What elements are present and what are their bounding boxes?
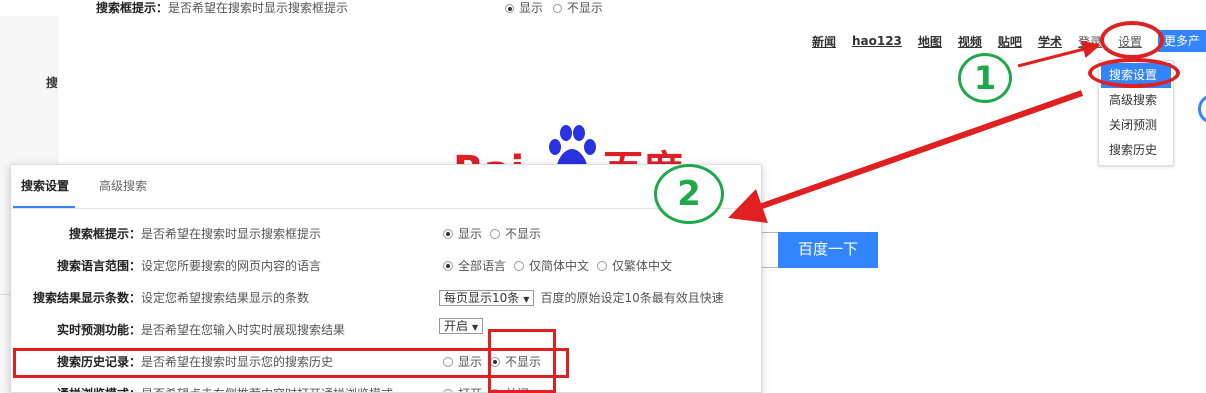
row-label: 通栏浏览模式： (57, 382, 141, 392)
step-1-badge: 1 (958, 53, 1012, 103)
radio-open[interactable] (443, 389, 453, 392)
radio-label: 仅简体中文 (529, 259, 590, 273)
settings-row-results-count: 搜索结果显示条数： 设定您希望搜索结果显示的条数 每页显示10条 ▼ 百度的原始设… (11, 286, 761, 310)
background-row-options: 显示 不显示 (505, 0, 603, 16)
settings-tabs: 搜索设置 高级搜索 (11, 165, 761, 209)
nav-link-xueshu[interactable]: 学术 (1038, 33, 1062, 50)
radio-label: 全部语言 (458, 259, 507, 273)
row-desc: 是否希望点击右侧推荐内容时打开通栏浏览模式 (141, 382, 393, 392)
active-tab-indicator (13, 206, 75, 208)
more-products-button[interactable]: 更多产 (1157, 30, 1206, 52)
radio-label: 不显示 (505, 227, 542, 241)
highlight-hide-history-option (488, 329, 556, 393)
tab-advanced-search[interactable]: 高级搜索 (99, 177, 147, 194)
row-options: 全部语言 仅简体中文 仅繁体中文 (443, 254, 680, 278)
search-input[interactable] (761, 232, 779, 268)
settings-row-browse-mode: 通栏浏览模式： 是否希望点击右侧推荐内容时打开通栏浏览模式 打开 关闭 (11, 382, 761, 392)
floating-circle-icon[interactable] (1198, 94, 1206, 124)
row-label: 搜索结果显示条数： (32, 291, 141, 305)
dropdown-arrow-icon: ▼ (472, 323, 479, 332)
row-desc: 是否希望在搜索时显示搜索框提示 (141, 227, 322, 241)
background-option-hide: 不显示 (566, 1, 603, 15)
row-desc: 设定您所要搜索的网页内容的语言 (141, 259, 322, 273)
settings-row-suggestion: 搜索框提示： 是否希望在搜索时显示搜索框提示 显示 不显示 (11, 222, 761, 246)
nav-link-video[interactable]: 视频 (958, 33, 982, 50)
radio-show[interactable] (443, 229, 453, 239)
highlight-search-settings-item (1088, 58, 1180, 88)
row-options: 显示 不显示 (443, 222, 549, 246)
row-options: 每页显示10条 ▼ 百度的原始设定10条最有效且快速 (439, 286, 724, 310)
radio-label: 显示 (458, 227, 483, 241)
row-label: 实时预测功能： (56, 323, 141, 337)
settings-row-prediction: 实时预测功能： 是否希望在您输入时实时展现搜索结果 开启 ▼ (11, 318, 761, 342)
nav-link-tieba[interactable]: 贴吧 (998, 33, 1022, 50)
menu-item-search-history[interactable]: 搜索历史 (1099, 138, 1173, 163)
background-row-label: 搜索框提示： (96, 1, 169, 15)
row-label: 搜索语言范围： (56, 259, 141, 273)
settings-row-language: 搜索语言范围： 设定您所要搜索的网页内容的语言 全部语言 仅简体中文 仅繁体中文 (11, 254, 761, 278)
row-desc: 是否希望在您输入时实时展现搜索结果 (141, 323, 346, 337)
results-count-select[interactable]: 每页显示10条 ▼ (439, 290, 535, 306)
highlight-history-row (13, 348, 569, 378)
nav-link-hao123[interactable]: hao123 (852, 34, 902, 48)
menu-item-advanced-search[interactable]: 高级搜索 (1099, 88, 1173, 113)
radio-traditional[interactable] (597, 261, 608, 271)
radio-label: 打开 (458, 382, 482, 392)
prediction-select[interactable]: 开启 ▼ (439, 318, 484, 334)
radio-icon (552, 4, 562, 13)
nav-link-login[interactable]: 登录 (1078, 33, 1102, 50)
select-value: 每页显示10条 (444, 291, 520, 305)
tab-search-settings[interactable]: 搜索设置 (21, 177, 69, 194)
background-option-show: 显示 (519, 1, 544, 15)
dropdown-arrow-icon: ▼ (523, 295, 530, 304)
nav-link-news[interactable]: 新闻 (812, 33, 836, 50)
row-desc: 设定您希望搜索结果显示的条数 (141, 291, 310, 305)
row-note: 百度的原始设定10条最有效且快速 (540, 291, 724, 305)
radio-hide[interactable] (490, 229, 501, 239)
highlight-settings-link (1100, 21, 1164, 59)
step-2-badge: 2 (654, 164, 724, 224)
background-row-desc: 是否希望在搜索时显示搜索框提示 (168, 1, 349, 15)
menu-item-disable-prediction[interactable]: 关闭预测 (1099, 113, 1173, 138)
radio-all-languages[interactable] (443, 261, 453, 271)
radio-simplified[interactable] (514, 261, 525, 271)
radio-label: 仅繁体中文 (612, 259, 673, 273)
select-value: 开启 (444, 319, 469, 333)
background-settings-strip: 搜索框提示： 是否希望在搜索时显示搜索框提示 显示 不显示 (0, 0, 1206, 16)
row-label: 搜索框提示： (68, 227, 141, 241)
row-options: 开启 ▼ (439, 318, 489, 334)
search-button[interactable]: 百度一下 (778, 232, 878, 268)
radio-icon (505, 4, 514, 13)
nav-link-map[interactable]: 地图 (918, 33, 942, 50)
